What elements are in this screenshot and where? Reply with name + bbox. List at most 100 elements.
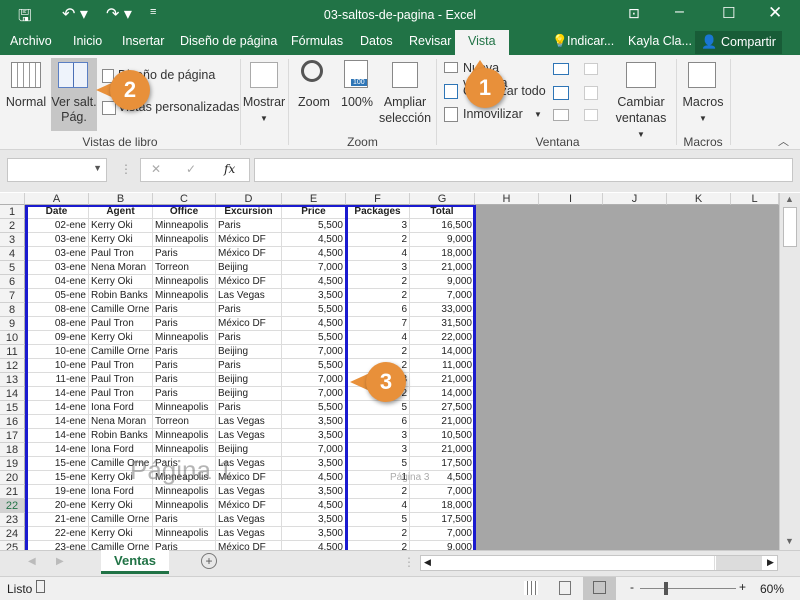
data-cell[interactable]: Paul Tron — [89, 247, 153, 261]
data-cell[interactable]: 21,000 — [410, 261, 475, 275]
page-break-preview-button[interactable]: Ver salt. Pág. — [51, 58, 97, 131]
data-cell[interactable]: Paul Tron — [89, 387, 153, 401]
row-header[interactable]: 18 — [0, 443, 25, 457]
reset-position-icon[interactable] — [584, 109, 598, 121]
row-header[interactable]: 1 — [0, 205, 25, 219]
data-cell[interactable]: 9,000 — [410, 541, 475, 550]
data-cell[interactable]: 7,000 — [282, 443, 346, 457]
hide-icon[interactable] — [553, 86, 569, 100]
data-cell[interactable]: Minneapolis — [153, 233, 216, 247]
macro-record-icon[interactable] — [36, 580, 45, 593]
data-cell[interactable]: 14-ene — [25, 443, 89, 457]
tab-datos[interactable]: Datos — [360, 34, 393, 48]
data-cell[interactable]: Paris — [216, 359, 282, 373]
sync-scroll-icon[interactable] — [584, 86, 598, 100]
data-cell[interactable]: 21,000 — [410, 373, 475, 387]
column-title-cell[interactable]: Agent — [89, 205, 153, 219]
row-header[interactable]: 21 — [0, 485, 25, 499]
data-cell[interactable]: Las Vegas — [216, 429, 282, 443]
data-cell[interactable]: Kerry Oki — [89, 275, 153, 289]
data-cell[interactable]: 08-ene — [25, 317, 89, 331]
data-cell[interactable]: Paris — [153, 541, 216, 550]
column-header[interactable]: L — [731, 193, 779, 205]
data-cell[interactable]: Paris — [216, 219, 282, 233]
data-cell[interactable]: 03-ene — [25, 247, 89, 261]
data-cell[interactable]: Paris — [216, 401, 282, 415]
data-cell[interactable]: 4,500 — [282, 317, 346, 331]
data-cell[interactable]: Paul Tron — [89, 317, 153, 331]
scroll-thumb[interactable] — [783, 207, 797, 247]
data-cell[interactable]: 3,500 — [282, 485, 346, 499]
data-cell[interactable]: 02-ene — [25, 219, 89, 233]
data-cell[interactable]: Minneapolis — [153, 527, 216, 541]
row-header[interactable]: 11 — [0, 345, 25, 359]
row-header[interactable]: 16 — [0, 415, 25, 429]
data-cell[interactable]: 5,500 — [282, 331, 346, 345]
data-cell[interactable]: 5 — [346, 513, 410, 527]
column-title-cell[interactable]: Total — [410, 205, 475, 219]
column-title-cell[interactable]: Excursion — [216, 205, 282, 219]
data-cell[interactable]: 03-ene — [25, 261, 89, 275]
data-cell[interactable]: Paris — [153, 317, 216, 331]
data-cell[interactable]: Paris — [153, 457, 216, 471]
column-header[interactable]: J — [603, 193, 667, 205]
data-cell[interactable]: Paris — [153, 359, 216, 373]
data-cell[interactable]: 2 — [346, 233, 410, 247]
new-sheet-button[interactable]: + — [201, 553, 217, 569]
data-cell[interactable]: Camille Orne — [89, 541, 153, 550]
scroll-right-icon[interactable]: ▶ — [767, 557, 774, 568]
formula-input[interactable] — [254, 158, 793, 182]
normal-view-icon[interactable] — [524, 581, 538, 595]
row-header[interactable]: 3 — [0, 233, 25, 247]
column-title-cell[interactable]: Office — [153, 205, 216, 219]
column-header[interactable]: I — [539, 193, 603, 205]
data-cell[interactable]: 03-ene — [25, 233, 89, 247]
data-cell[interactable]: Paris — [153, 303, 216, 317]
data-cell[interactable]: 10-ene — [25, 359, 89, 373]
data-cell[interactable]: Robin Banks — [89, 429, 153, 443]
data-cell[interactable]: 14,000 — [410, 345, 475, 359]
split-icon[interactable] — [553, 63, 569, 75]
zoom-in-button[interactable]: + — [739, 580, 746, 594]
zoom-out-button[interactable]: - — [630, 580, 634, 594]
data-cell[interactable]: 5,500 — [282, 219, 346, 233]
data-cell[interactable]: 4,500 — [282, 471, 346, 485]
data-cell[interactable]: 15-ene — [25, 457, 89, 471]
data-cell[interactable]: 16,500 — [410, 219, 475, 233]
data-cell[interactable]: 14-ene — [25, 429, 89, 443]
row-header[interactable]: 12 — [0, 359, 25, 373]
column-header[interactable]: A — [25, 193, 89, 205]
tab-insertar[interactable]: Insertar — [122, 34, 164, 48]
data-cell[interactable]: 22,000 — [410, 331, 475, 345]
row-header[interactable]: 9 — [0, 317, 25, 331]
data-cell[interactable]: 4,500 — [410, 471, 475, 485]
column-title-cell[interactable]: Date — [25, 205, 89, 219]
switch-windows-button[interactable]: Cambiar ventanas ▼ — [610, 58, 672, 139]
row-header[interactable]: 24 — [0, 527, 25, 541]
data-cell[interactable]: Kerry Oki — [89, 219, 153, 233]
data-cell[interactable]: 7,000 — [410, 485, 475, 499]
cancel-icon[interactable]: ✕ — [151, 162, 161, 176]
tab-archivo[interactable]: Archivo — [10, 34, 52, 48]
data-cell[interactable]: Minneapolis — [153, 331, 216, 345]
data-cell[interactable]: 14-ene — [25, 415, 89, 429]
close-button[interactable]: ✕ — [768, 3, 782, 23]
data-cell[interactable]: Beijing — [216, 261, 282, 275]
row-header[interactable]: 22 — [0, 499, 25, 513]
row-header[interactable]: 2 — [0, 219, 25, 233]
data-cell[interactable]: Las Vegas — [216, 527, 282, 541]
data-cell[interactable]: Paris — [153, 247, 216, 261]
data-cell[interactable]: 04-ene — [25, 275, 89, 289]
data-cell[interactable]: 21,000 — [410, 415, 475, 429]
data-cell[interactable]: 3,500 — [282, 457, 346, 471]
data-cell[interactable]: 4 — [346, 331, 410, 345]
data-cell[interactable]: 17,500 — [410, 457, 475, 471]
column-header[interactable]: B — [89, 193, 153, 205]
data-cell[interactable]: Camille Orne — [89, 513, 153, 527]
data-cell[interactable]: 5,500 — [282, 401, 346, 415]
data-cell[interactable]: Beijing — [216, 345, 282, 359]
row-header[interactable]: 14 — [0, 387, 25, 401]
data-cell[interactable]: 2 — [346, 527, 410, 541]
data-cell[interactable]: México DF — [216, 275, 282, 289]
row-header[interactable]: 23 — [0, 513, 25, 527]
